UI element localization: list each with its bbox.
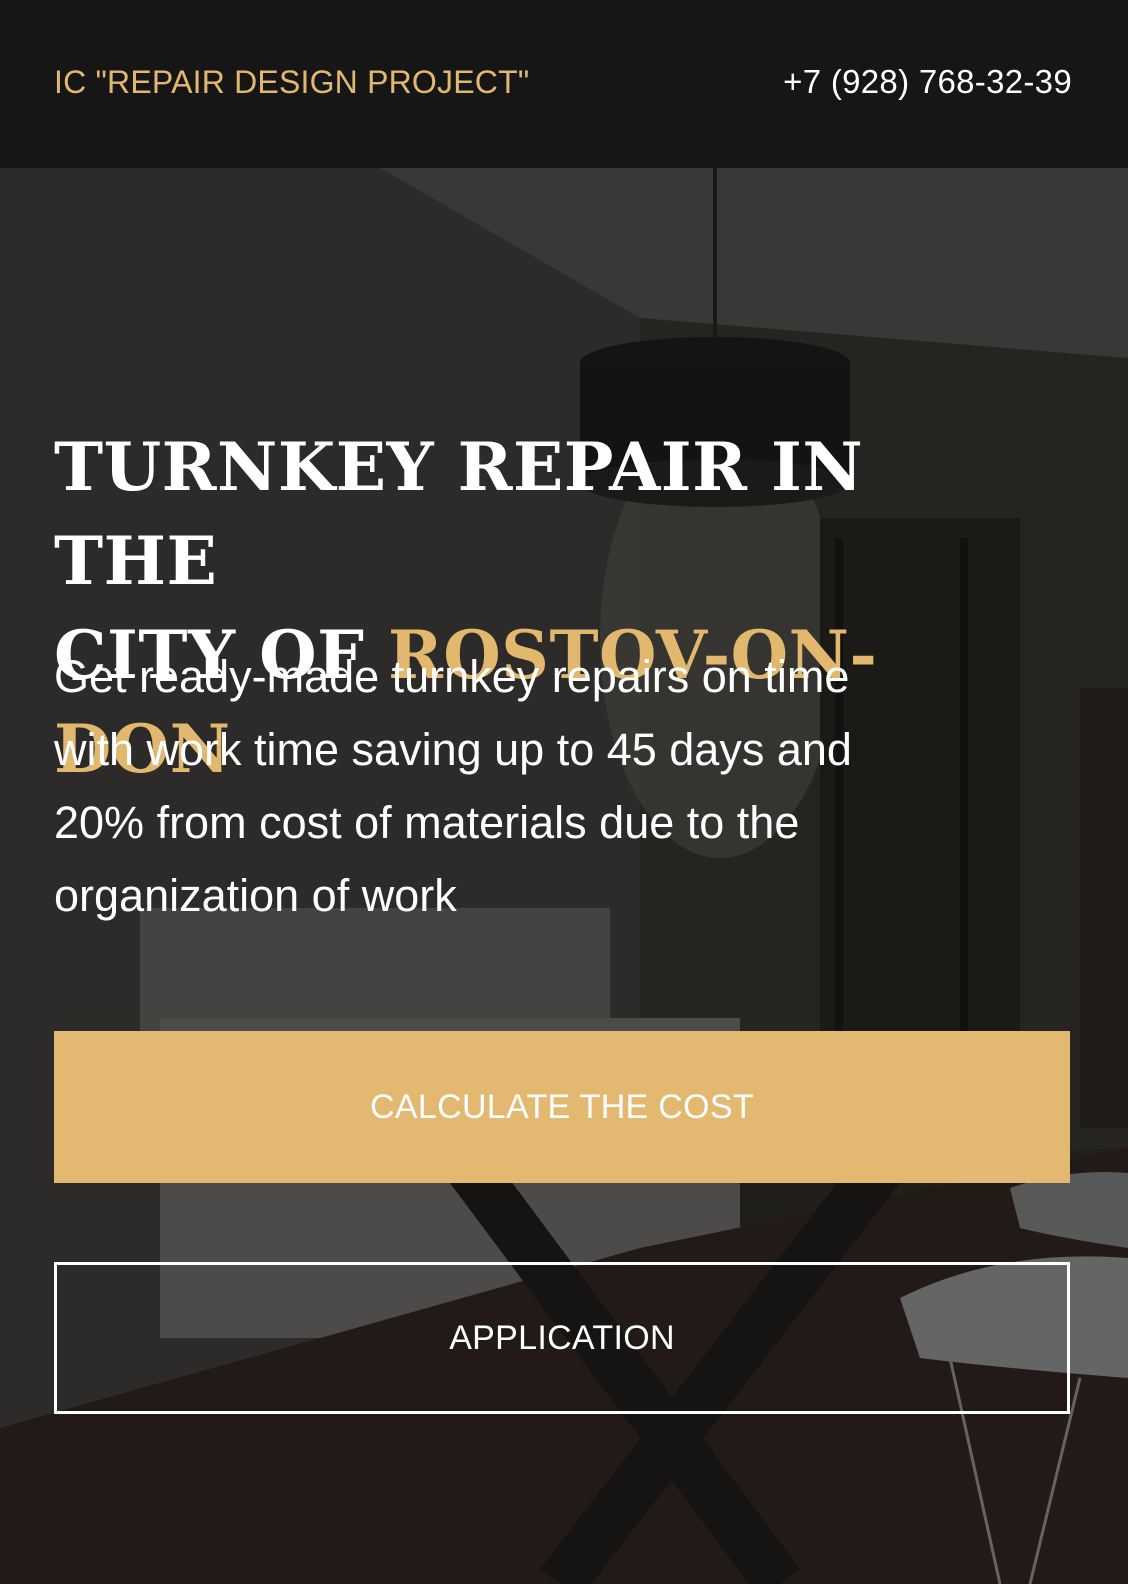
site-header: IC "REPAIR DESIGN PROJECT" +7 (928) 768-… (0, 0, 1128, 168)
calculate-cost-button[interactable]: CALCULATE THE COST (54, 1031, 1070, 1183)
brand-logo-text[interactable]: IC "REPAIR DESIGN PROJECT" (54, 64, 529, 101)
hero-title-line1: TURNKEY REPAIR IN THE (54, 428, 864, 600)
hero-section: TURNKEY REPAIR IN THE CITY OF ROSTOV-ON-… (0, 168, 1128, 1584)
application-button[interactable]: APPLICATION (54, 1262, 1070, 1414)
hero-subtitle: Get ready-made turnkey repairs on time w… (54, 651, 852, 921)
phone-link[interactable]: +7 (928) 768-32-39 (783, 63, 1072, 101)
